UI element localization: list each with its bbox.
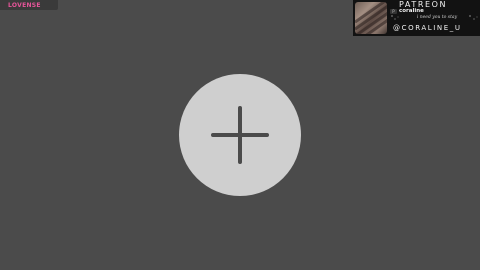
patreon-creator-name: coraline — [399, 8, 424, 14]
add-button[interactable] — [179, 74, 301, 196]
patreon-tagline: i need you to stay — [416, 15, 458, 20]
patreon-handle: @CORALINE_U — [393, 24, 462, 32]
plus-icon — [211, 106, 269, 164]
lovense-badge: LOVENSE — [0, 0, 58, 10]
lovense-label: LOVENSE — [8, 1, 41, 9]
patreon-badge-icon: P — [390, 9, 397, 14]
patreon-overlay: P PATREON coraline i need you to stay @C… — [353, 0, 480, 36]
creator-thumbnail — [355, 2, 387, 34]
